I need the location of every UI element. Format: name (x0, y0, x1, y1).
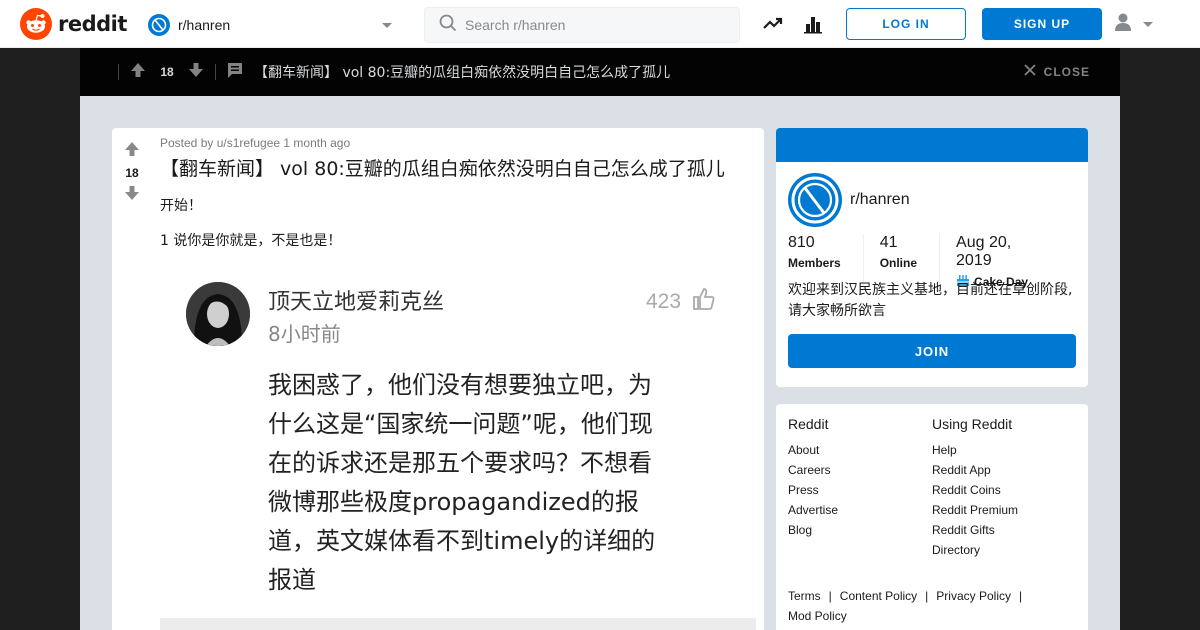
embed-line: 微博那些极度propagandized的报 (268, 488, 639, 516)
footer-column-title: Using Reddit (932, 416, 1013, 432)
vote-column: 18 (112, 128, 152, 206)
avatar (186, 282, 250, 346)
community-selector-label: r/hanren (178, 17, 231, 33)
signup-button[interactable]: SIGN UP (982, 8, 1102, 40)
cake-day-date: Aug 20, 2019 (956, 234, 1012, 269)
trending-icon[interactable] (762, 13, 784, 35)
comment-icon (226, 61, 244, 83)
embed-line: 什么这是“国家统一问题”呢，他们现 (268, 410, 653, 438)
embed-bottom-strip (160, 618, 756, 630)
chevron-down-icon (1142, 15, 1154, 34)
post-title: 【翻车新闻】 vol 80:豆瓣的瓜组白痴依然没明白自己怎么成了孤儿 (160, 158, 725, 180)
online-count: 41 (879, 234, 898, 251)
search-icon (439, 14, 457, 36)
close-icon (1024, 64, 1036, 79)
legal-link-content-policy[interactable]: Content Policy (840, 589, 917, 603)
footer-link-reddit-app[interactable]: Reddit App (932, 460, 1018, 480)
legal-link-privacy-policy[interactable]: Privacy Policy (936, 589, 1011, 603)
chevron-down-icon (380, 17, 394, 36)
embed-line: 在的诉求还是那五个要求吗？不想看 (268, 449, 652, 477)
separator: | (1018, 589, 1023, 603)
divider (215, 64, 216, 80)
members-label: Members (788, 256, 841, 270)
post-body: Posted by u/s1refugee 1 month ago 【翻车新闻】… (160, 136, 756, 252)
embed-username: 顶天立地爱莉克丝 (268, 290, 445, 315)
footer-column-title: Reddit (788, 416, 829, 432)
reddit-logo-icon (20, 8, 52, 40)
footer-column-reddit: Reddit About Careers Press Advertise Blo… (788, 416, 838, 540)
footer-link-reddit-premium[interactable]: Reddit Premium (932, 500, 1018, 520)
community-selector[interactable]: r/hanren (148, 13, 398, 37)
logo-wordmark: reddit (58, 12, 127, 36)
search-input[interactable] (465, 17, 725, 33)
overlay-vote-group: 18 (118, 61, 216, 83)
footer-link-press[interactable]: Press (788, 480, 838, 500)
footer-link-help[interactable]: Help (932, 440, 1018, 460)
downvote-icon[interactable] (187, 61, 205, 83)
subreddit-icon (788, 173, 842, 227)
user-menu[interactable] (1112, 11, 1162, 37)
search-box[interactable] (424, 7, 740, 43)
login-button[interactable]: LOG IN (846, 8, 966, 40)
separator: | (925, 589, 929, 603)
footer-link-blog[interactable]: Blog (788, 520, 838, 540)
legal-links: Terms | Content Policy | Privacy Policy | Mod … (788, 586, 1078, 626)
footer-link-advertise[interactable]: Advertise (788, 500, 838, 520)
legal-link-terms[interactable]: Terms (788, 589, 821, 603)
legal-link-mod-policy[interactable]: Mod Policy (788, 609, 847, 623)
user-icon (1112, 11, 1134, 37)
join-button[interactable]: JOIN (788, 334, 1076, 368)
members-count: 810 (788, 234, 815, 251)
community-header[interactable]: r/hanren (788, 173, 910, 227)
footer-link-reddit-gifts[interactable]: Reddit Gifts (932, 520, 1018, 540)
close-button[interactable]: CLOSE (1024, 64, 1090, 79)
thumbs-up-icon (691, 286, 717, 318)
post-meta: Posted by u/s1refugee 1 month ago (160, 136, 351, 150)
community-description: 欢迎来到汉民族主义基地，目前还在草创阶段,请大家畅所欲言 (788, 282, 1073, 319)
embed-line: 我困惑了，他们没有想要独立吧，为 (268, 371, 652, 399)
community-card: r/hanren 810 Members 41 Online Aug 20, 2… (776, 128, 1088, 387)
reddit-logo[interactable]: reddit (20, 8, 127, 40)
embed-like-count: 423 (646, 286, 717, 318)
overlay-vote-count: 18 (160, 65, 174, 79)
post-paragraph: 1 说你是你就是，不是也是！ (160, 233, 342, 249)
top-header: reddit r/hanren LOG IN SIGN UP (0, 0, 1200, 48)
separator: | (828, 589, 832, 603)
post-overlay: 18 【翻车新闻】 vol 80:豆瓣的瓜组白痴依然没明白自己怎么成了孤儿 CL… (80, 48, 1120, 630)
upvote-icon[interactable] (129, 61, 147, 83)
stats-icon[interactable] (802, 13, 824, 35)
downvote-icon[interactable] (123, 184, 141, 206)
divider (118, 64, 119, 80)
overlay-post-title: 【翻车新闻】 vol 80:豆瓣的瓜组白痴依然没明白自己怎么成了孤儿 (254, 65, 671, 81)
community-banner (776, 128, 1088, 162)
footer-link-about[interactable]: About (788, 440, 838, 460)
embed-line: 道，英文媒体看不到timely的详细的 (268, 527, 656, 555)
like-count: 423 (646, 290, 682, 313)
vote-count: 18 (125, 166, 139, 180)
footer-links-card: Reddit About Careers Press Advertise Blo… (776, 404, 1088, 630)
post-overlay-bar: 18 【翻车新闻】 vol 80:豆瓣的瓜组白痴依然没明白自己怎么成了孤儿 CL… (80, 48, 1120, 96)
footer-link-directory[interactable]: Directory (932, 540, 1018, 560)
footer-link-careers[interactable]: Careers (788, 460, 838, 480)
post-paragraph: 开始！ (160, 198, 202, 214)
close-label: CLOSE (1043, 64, 1090, 79)
embed-line: 报道 (268, 566, 316, 594)
subreddit-icon (148, 14, 170, 36)
embed-timestamp: 8小时前 (268, 322, 341, 346)
footer-link-reddit-coins[interactable]: Reddit Coins (932, 480, 1018, 500)
footer-column-using-reddit: Using Reddit Help Reddit App Reddit Coin… (932, 416, 1018, 560)
embed-text: 我困惑了，他们没有想要独立吧，为 什么这是“国家统一问题”呢，他们现 在的诉求还… (268, 366, 738, 600)
community-name: r/hanren (850, 191, 910, 208)
post-card: 18 Posted by u/s1refugee 1 month ago 【翻车… (112, 128, 764, 630)
online-label: Online (879, 256, 918, 270)
embedded-screenshot[interactable]: 顶天立地爱莉克丝 8小时前 423 我困惑了，他们没有想要独立吧，为 什么这是“… (160, 278, 756, 630)
upvote-icon[interactable] (123, 140, 141, 162)
